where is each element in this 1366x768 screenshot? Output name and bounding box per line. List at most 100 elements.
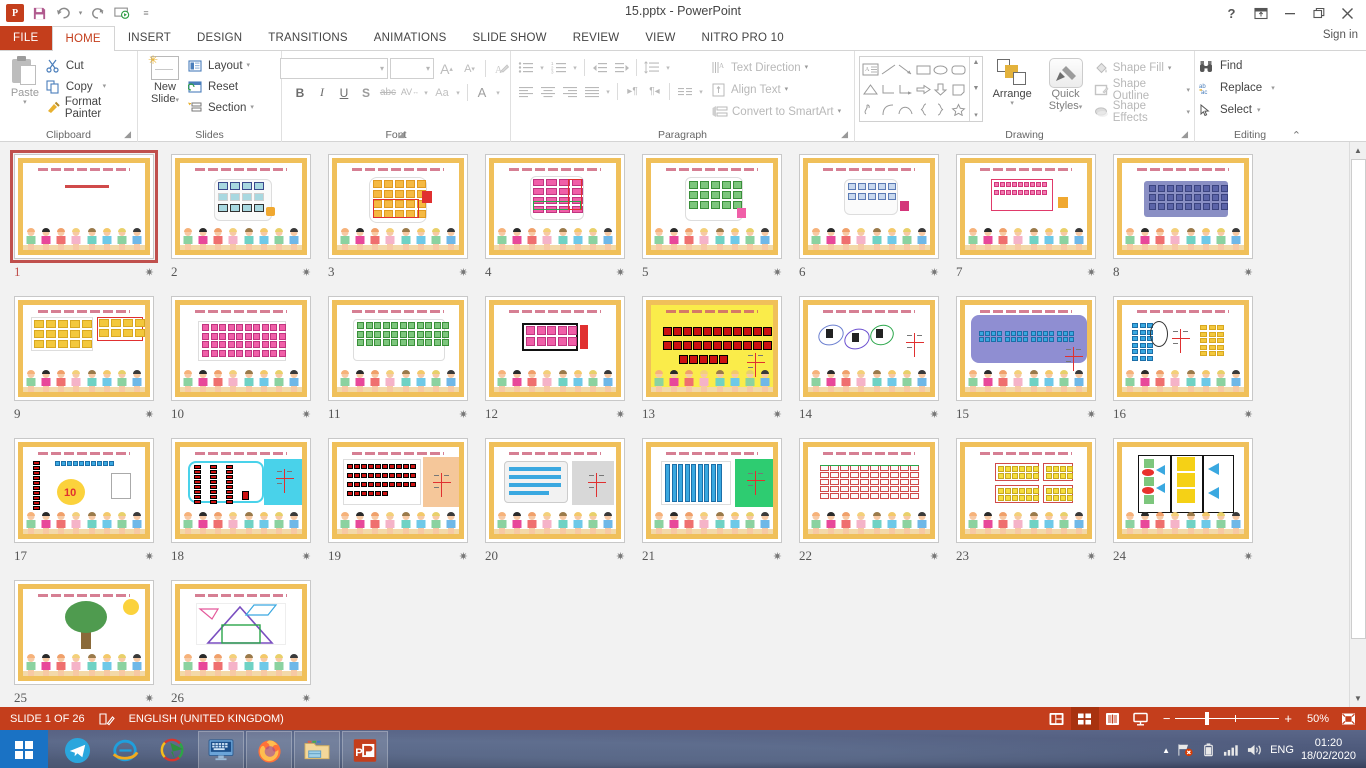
layout-dropdown-caret-icon[interactable]: ▾ (247, 62, 251, 69)
slide-thumbnail-15[interactable]: 15✷ (956, 296, 1113, 438)
tab-transitions[interactable]: TRANSITIONS (255, 26, 361, 50)
slide-thumbnail-5[interactable]: 5✷ (642, 154, 799, 296)
shape-oval-icon[interactable] (932, 59, 950, 79)
slide-preview[interactable] (799, 154, 939, 259)
language-indicator[interactable]: ENGLISH (UNITED KINGDOM) (129, 713, 284, 725)
thumbnail-image[interactable] (799, 154, 939, 259)
paste-button[interactable]: Paste ▾ (4, 54, 46, 106)
select-button[interactable]: Select ▾ (1199, 100, 1281, 120)
animation-star-icon[interactable]: ✷ (459, 266, 468, 279)
format-painter-button[interactable]: Format Painter (46, 98, 133, 117)
animation-star-icon[interactable]: ✷ (773, 408, 782, 421)
minimize-icon[interactable] (1275, 1, 1304, 25)
animation-star-icon[interactable]: ✷ (616, 266, 625, 279)
shape-fill-caret-icon[interactable]: ▾ (1168, 65, 1172, 72)
change-case-button[interactable]: Aa (432, 82, 453, 103)
slide-thumbnail-6[interactable]: 6✷ (799, 154, 956, 296)
undo-dropdown-caret-icon[interactable]: ▾ (76, 2, 85, 24)
copy-button[interactable]: Copy ▾ (46, 77, 133, 96)
paste-dropdown-caret-icon[interactable]: ▾ (23, 99, 27, 106)
thumbnail-image[interactable] (642, 438, 782, 543)
slide-preview[interactable] (14, 580, 154, 685)
slide-thumbnail-20[interactable]: 20✷ (485, 438, 642, 580)
slide-preview[interactable] (485, 154, 625, 259)
font-size-input[interactable]: ▾ (390, 58, 434, 79)
slide-thumbnail-2[interactable]: 2✷ (171, 154, 328, 296)
shape-effects-caret-icon[interactable]: ▾ (1186, 109, 1190, 116)
zoom-in-button[interactable]: + (1284, 711, 1292, 726)
tab-review[interactable]: REVIEW (560, 26, 633, 50)
powerpoint-icon[interactable]: P (342, 731, 388, 768)
zoom-track[interactable] (1175, 718, 1279, 719)
telegram-icon[interactable] (54, 731, 100, 768)
tab-slide-show[interactable]: SLIDE SHOW (460, 26, 560, 50)
thumbnail-image[interactable] (642, 296, 782, 401)
thumbnail-image[interactable]: 10 (14, 438, 154, 543)
scroll-up-arrow-icon[interactable]: ▲ (1350, 142, 1366, 159)
shape-right-brace-icon[interactable] (932, 99, 950, 119)
start-button[interactable] (0, 730, 48, 768)
ribbon-display-options-icon[interactable] (1246, 1, 1275, 25)
animation-star-icon[interactable]: ✷ (145, 550, 154, 563)
remote-desktop-icon[interactable] (198, 731, 244, 768)
slide-preview[interactable] (485, 296, 625, 401)
slide-preview[interactable] (956, 438, 1096, 543)
increase-indent-button[interactable] (611, 57, 632, 78)
slide-preview[interactable] (642, 438, 782, 543)
start-slideshow-icon[interactable] (111, 2, 133, 24)
slide-thumbnail-3[interactable]: 3✷ (328, 154, 485, 296)
arrange-caret-icon[interactable]: ▾ (1010, 100, 1014, 107)
align-left-button[interactable] (515, 81, 536, 102)
slide-sorter-view-button[interactable] (1071, 707, 1099, 730)
shape-line-icon[interactable] (880, 59, 898, 79)
slide-thumbnail-21[interactable]: 21✷ (642, 438, 799, 580)
shape-fill-button[interactable]: Shape Fill ▾ (1094, 58, 1190, 78)
slide-preview[interactable]: 10 (14, 438, 154, 543)
slide-preview[interactable] (328, 154, 468, 259)
align-right-button[interactable] (559, 81, 580, 102)
paragraph-dialog-launcher[interactable]: ◢ (841, 127, 848, 142)
animation-star-icon[interactable]: ✷ (773, 550, 782, 563)
system-tray[interactable]: ▲ ENG 01:20 18/02/2020 (1162, 730, 1366, 768)
redo-icon[interactable] (87, 2, 109, 24)
slide-thumbnail-10[interactable]: 10✷ (171, 296, 328, 438)
language-indicator-taskbar[interactable]: ENG (1270, 744, 1294, 756)
slide-thumbnail-7[interactable]: 7✷ (956, 154, 1113, 296)
decrease-font-size-button[interactable]: A▾ (459, 58, 480, 79)
thumbnail-image[interactable] (799, 438, 939, 543)
line-spacing-button[interactable] (641, 57, 662, 78)
slide-thumbnail-19[interactable]: 19✷ (328, 438, 485, 580)
network-error-icon[interactable] (1177, 742, 1194, 758)
slide-thumbnail-24[interactable]: 24✷ (1113, 438, 1270, 580)
animation-star-icon[interactable]: ✷ (302, 408, 311, 421)
restore-icon[interactable] (1304, 1, 1333, 25)
battery-icon[interactable] (1201, 742, 1216, 758)
normal-view-button[interactable] (1043, 707, 1071, 730)
zoom-out-button[interactable]: − (1163, 711, 1171, 726)
shape-elbow-connector-icon[interactable] (880, 79, 898, 99)
copy-dropdown-caret-icon[interactable]: ▾ (103, 83, 107, 90)
shape-rectangle-icon[interactable] (915, 59, 933, 79)
shape-outline-button[interactable]: Shape Outline ▾ (1094, 80, 1190, 100)
internet-explorer-icon[interactable] (102, 731, 148, 768)
tab-design[interactable]: DESIGN (184, 26, 255, 50)
font-color-button[interactable]: A (472, 82, 493, 103)
ribbon-tabs[interactable]: FILE HOME INSERT DESIGN TRANSITIONS ANIM… (0, 26, 1366, 50)
shape-right-arrow-icon[interactable] (915, 79, 933, 99)
thumbnail-image[interactable] (956, 154, 1096, 259)
italic-button[interactable]: I (312, 82, 333, 103)
animation-star-icon[interactable]: ✷ (1087, 550, 1096, 563)
arrange-button[interactable]: Arrange ▾ (987, 56, 1037, 107)
animation-star-icon[interactable]: ✷ (1244, 408, 1253, 421)
animation-star-icon[interactable]: ✷ (930, 550, 939, 563)
thumbnail-image[interactable] (799, 296, 939, 401)
layout-button[interactable]: Layout ▾ (188, 56, 258, 75)
quick-access-toolbar[interactable]: P ▾ ≡ (0, 0, 157, 26)
show-hidden-icons-button[interactable]: ▲ (1162, 746, 1170, 755)
tab-file[interactable]: FILE (0, 26, 52, 50)
section-dropdown-caret-icon[interactable]: ▾ (250, 104, 254, 111)
customize-quick-access-toolbar-icon[interactable]: ≡ (135, 2, 157, 24)
shapes-scroll-up-icon[interactable]: ▲ (973, 59, 980, 66)
slide-preview[interactable] (1113, 296, 1253, 401)
numbering-caret-icon[interactable]: ▾ (570, 57, 580, 78)
